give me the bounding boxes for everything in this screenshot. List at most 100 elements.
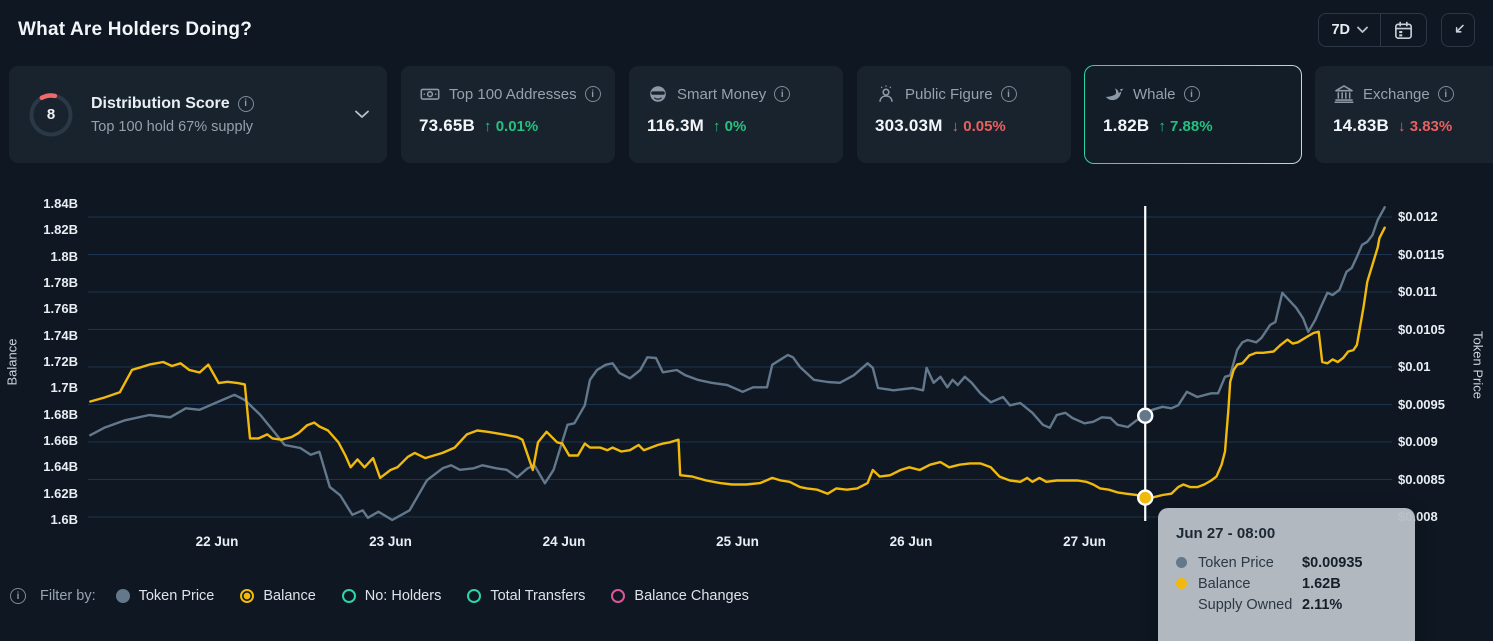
info-icon[interactable] bbox=[238, 96, 254, 112]
stat-card-change: ↓ 3.83% bbox=[1398, 118, 1452, 135]
token-price-line bbox=[90, 207, 1384, 520]
filter-option-label: No: Holders bbox=[365, 588, 442, 604]
calendar-icon bbox=[1393, 20, 1414, 41]
stat-card-label: Smart Money bbox=[677, 86, 766, 103]
left-axis-tick: 1.82B bbox=[0, 222, 78, 238]
stat-card-smart-money[interactable]: Smart Money 116.3M ↑ 0% bbox=[628, 65, 844, 164]
left-axis-tick: 1.72B bbox=[0, 354, 78, 370]
left-axis-tick: 1.62B bbox=[0, 486, 78, 502]
holders-panel: What Are Holders Doing? 7D bbox=[0, 0, 1493, 641]
info-icon[interactable] bbox=[774, 86, 790, 102]
left-axis-tick: 1.64B bbox=[0, 459, 78, 475]
tooltip-row-token-price: Token Price$0.00935 bbox=[1176, 552, 1397, 573]
stat-card-change: ↑ 0% bbox=[713, 118, 746, 135]
radio-icon bbox=[467, 589, 481, 603]
stat-card-value: 14.83B bbox=[1333, 116, 1389, 136]
tooltip-row-supply-owned: Supply Owned2.11% bbox=[1176, 594, 1397, 615]
right-axis-tick: $0.011 bbox=[1398, 284, 1468, 300]
chart-tooltip: Jun 27 - 08:00 Token Price$0.00935Balanc… bbox=[1158, 508, 1415, 641]
stat-card-header: Smart Money bbox=[647, 83, 825, 105]
left-axis-tick: 1.7B bbox=[0, 380, 78, 396]
filter-option-label: Token Price bbox=[139, 588, 215, 604]
tooltip-row-value: $0.00935 bbox=[1302, 555, 1362, 571]
time-range-button[interactable]: 7D bbox=[1319, 14, 1380, 46]
smart-money-icon bbox=[647, 83, 669, 105]
filter-option-token-price[interactable]: Token Price bbox=[116, 588, 215, 604]
tooltip-row-label: Token Price bbox=[1198, 555, 1302, 571]
stat-card-public-figure[interactable]: Public Figure 303.03M ↓ 0.05% bbox=[856, 65, 1072, 164]
range-picker: 7D bbox=[1318, 13, 1427, 47]
distribution-score-title: Distribution Score bbox=[91, 95, 230, 113]
radio-icon bbox=[342, 589, 356, 603]
right-axis-tick: $0.01 bbox=[1398, 359, 1468, 375]
left-axis-tick: 1.78B bbox=[0, 275, 78, 291]
info-icon[interactable] bbox=[585, 86, 601, 102]
filter-option-total-transfers[interactable]: Total Transfers bbox=[467, 588, 585, 604]
x-axis-tick: 23 Jun bbox=[356, 534, 426, 550]
header-controls: 7D bbox=[1318, 13, 1475, 47]
stat-card-label: Public Figure bbox=[905, 86, 993, 103]
stat-card-exchange[interactable]: Exchange 14.83B ↓ 3.83% bbox=[1314, 65, 1493, 164]
stat-card-change: ↑ 0.01% bbox=[484, 118, 538, 135]
left-axis-tick: 1.74B bbox=[0, 328, 78, 344]
radio-icon bbox=[611, 589, 625, 603]
stat-card-values: 116.3M ↑ 0% bbox=[647, 116, 825, 136]
stat-card-values: 73.65B ↑ 0.01% bbox=[419, 116, 597, 136]
whale-icon bbox=[1103, 83, 1125, 105]
chevron-down-icon bbox=[1357, 26, 1368, 34]
filter-option-balance-changes[interactable]: Balance Changes bbox=[611, 588, 748, 604]
balance-marker bbox=[1138, 491, 1152, 505]
info-icon[interactable] bbox=[1184, 86, 1200, 102]
stat-card-header: Top 100 Addresses bbox=[419, 83, 597, 105]
stat-card-value: 73.65B bbox=[419, 116, 475, 136]
left-axis-tick: 1.76B bbox=[0, 301, 78, 317]
stat-card-values: 14.83B ↓ 3.83% bbox=[1333, 116, 1493, 136]
right-axis-tick: $0.009 bbox=[1398, 434, 1468, 450]
series-dot bbox=[1176, 557, 1187, 568]
stat-card-label: Exchange bbox=[1363, 86, 1430, 103]
chevron-down-icon[interactable] bbox=[355, 110, 369, 119]
x-axis-tick: 25 Jun bbox=[703, 534, 773, 550]
info-icon[interactable] bbox=[1438, 86, 1454, 102]
right-axis-tick: $0.008 bbox=[1398, 509, 1468, 525]
info-icon[interactable] bbox=[10, 588, 26, 604]
time-range-value: 7D bbox=[1331, 22, 1350, 38]
collapse-icon bbox=[1448, 20, 1468, 40]
tooltip-row-balance: Balance1.62B bbox=[1176, 573, 1397, 594]
exchange-icon bbox=[1333, 83, 1355, 105]
stat-card-value: 303.03M bbox=[875, 116, 943, 136]
info-icon[interactable] bbox=[1001, 86, 1017, 102]
left-axis-title: Balance bbox=[5, 339, 20, 386]
filter-option-label: Balance bbox=[263, 588, 315, 604]
radio-selected-icon bbox=[240, 589, 254, 603]
stat-card-top-100-addresses[interactable]: Top 100 Addresses 73.65B ↑ 0.01% bbox=[400, 65, 616, 164]
filter-option-no-holders[interactable]: No: Holders bbox=[342, 588, 442, 604]
filter-option-balance[interactable]: Balance bbox=[240, 588, 315, 604]
stat-card-change: ↓ 0.05% bbox=[952, 118, 1006, 135]
left-axis-tick: 1.6B bbox=[0, 512, 78, 528]
distribution-score-card[interactable]: 8 Distribution Score Top 100 hold 67% su… bbox=[8, 65, 388, 164]
panel-header: What Are Holders Doing? 7D bbox=[0, 0, 1493, 60]
distribution-score-gauge: 8 bbox=[27, 91, 75, 139]
x-axis-tick: 24 Jun bbox=[529, 534, 599, 550]
stat-card-change: ↑ 7.88% bbox=[1158, 118, 1212, 135]
stat-card-header: Exchange bbox=[1333, 83, 1493, 105]
distribution-score-subtitle: Top 100 hold 67% supply bbox=[91, 119, 355, 135]
tooltip-row-value: 2.11% bbox=[1302, 597, 1342, 613]
public-figure-icon bbox=[875, 83, 897, 105]
stat-card-values: 1.82B↑ 7.88% bbox=[1103, 116, 1283, 136]
stat-card-whale[interactable]: Whale1.82B↑ 7.88% bbox=[1084, 65, 1302, 164]
calendar-button[interactable] bbox=[1381, 14, 1426, 46]
stat-card-value: 116.3M bbox=[647, 116, 704, 136]
collapse-button[interactable] bbox=[1441, 13, 1475, 47]
distribution-score-text: Distribution Score Top 100 hold 67% supp… bbox=[91, 95, 355, 135]
filter-bar-label: Filter by: bbox=[40, 588, 96, 604]
x-axis-tick: 22 Jun bbox=[182, 534, 252, 550]
right-axis-tick: $0.012 bbox=[1398, 209, 1468, 225]
right-axis-tick: $0.0105 bbox=[1398, 322, 1468, 338]
stat-card-header: Public Figure bbox=[875, 83, 1053, 105]
right-axis-tick: $0.0095 bbox=[1398, 397, 1468, 413]
stat-card-values: 303.03M ↓ 0.05% bbox=[875, 116, 1053, 136]
stat-card-label: Top 100 Addresses bbox=[449, 86, 577, 103]
left-axis-tick: 1.66B bbox=[0, 433, 78, 449]
